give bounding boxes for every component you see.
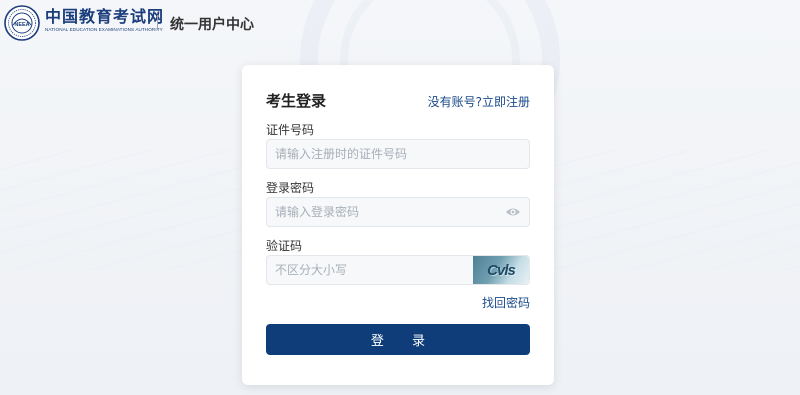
login-card: 考生登录 没有账号?立即注册 证件号码 登录密码 验证码 Cvls 找回密码 登… [242, 65, 554, 385]
password-input[interactable] [267, 198, 529, 226]
captcha-image[interactable]: Cvls [473, 256, 529, 284]
id-number-field [266, 139, 530, 169]
login-title: 考生登录 [266, 92, 327, 110]
brand-name-cn: 中国教育考试网 [45, 7, 165, 26]
captcha-field: Cvls [266, 255, 530, 285]
eye-icon[interactable] [505, 206, 521, 218]
id-number-input[interactable] [267, 140, 529, 168]
site-header: NEEA 中国教育考试网 NATIONAL EDUCATION EXAMINAT… [0, 0, 800, 46]
brand-name-en: NATIONAL EDUCATION EXAMINATIONS AUTHORIT… [45, 27, 163, 32]
forgot-password-link[interactable]: 找回密码 [482, 294, 530, 311]
captcha-text: Cvls [487, 261, 516, 279]
password-field [266, 197, 530, 227]
app-title: 统一用户中心 [170, 17, 254, 33]
captcha-label: 验证码 [266, 239, 303, 253]
brand[interactable]: 中国教育考试网 NATIONAL EDUCATION EXAMINATIONS … [45, 7, 165, 33]
header-divider [157, 15, 158, 30]
id-number-label: 证件号码 [266, 123, 315, 137]
neea-logo-icon[interactable]: NEEA [4, 5, 40, 41]
password-label: 登录密码 [266, 181, 315, 195]
captcha-input[interactable] [267, 256, 467, 284]
register-link[interactable]: 没有账号?立即注册 [428, 93, 530, 110]
logo-text: NEEA [14, 22, 29, 28]
login-button[interactable]: 登 录 [266, 324, 530, 355]
